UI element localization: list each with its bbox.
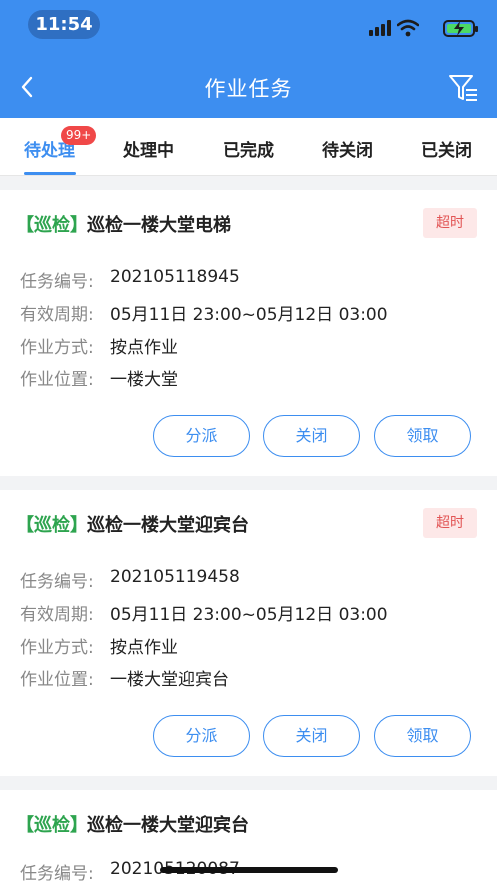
task-title: 巡检一楼大堂迎宾台 bbox=[87, 515, 249, 536]
period-label: 有效周期: bbox=[20, 305, 94, 325]
task-no-label: 任务编号: bbox=[20, 864, 94, 883]
task-type-tag: 【巡检】 bbox=[16, 815, 88, 836]
status-time: 11:54 bbox=[28, 10, 100, 39]
status-icons bbox=[355, 19, 478, 39]
dispatch-button[interactable]: 分派 bbox=[153, 415, 250, 457]
wifi-icon bbox=[397, 19, 419, 37]
active-tab-indicator bbox=[24, 172, 76, 175]
period-value: 05月11日 23:00~05月12日 03:00 bbox=[110, 305, 388, 325]
top-bar: 11:54 作业任务 bbox=[0, 0, 497, 118]
task-title: 巡检一楼大堂迎宾台 bbox=[87, 815, 249, 836]
filter-icon[interactable] bbox=[447, 72, 479, 104]
task-card[interactable]: 【巡检】 巡检一楼大堂电梯 超时 任务编号: 202105118945 有效周期… bbox=[0, 190, 497, 476]
signal-icon bbox=[369, 20, 391, 36]
location-label: 作业位置: bbox=[20, 370, 94, 390]
task-no-label: 任务编号: bbox=[20, 272, 94, 292]
task-card[interactable]: 【巡检】 巡检一楼大堂迎宾台 超时 任务编号: 202105119458 有效周… bbox=[0, 490, 497, 776]
tab-bar: 待处理 99+ 处理中 已完成 待关闭 已关闭 bbox=[0, 118, 497, 176]
task-no-label: 任务编号: bbox=[20, 572, 94, 592]
claim-button[interactable]: 领取 bbox=[374, 715, 471, 757]
close-button[interactable]: 关闭 bbox=[263, 715, 360, 757]
battery-icon bbox=[443, 20, 478, 37]
task-type-tag: 【巡检】 bbox=[16, 215, 88, 236]
task-title: 巡检一楼大堂电梯 bbox=[87, 215, 231, 236]
location-label: 作业位置: bbox=[20, 670, 94, 690]
tab-closed[interactable]: 已关闭 bbox=[421, 136, 472, 161]
tab-processing[interactable]: 处理中 bbox=[123, 136, 174, 161]
method-value: 按点作业 bbox=[110, 338, 178, 358]
location-value: 一楼大堂 bbox=[110, 370, 178, 390]
home-indicator bbox=[160, 867, 338, 873]
location-value: 一楼大堂迎宾台 bbox=[110, 670, 229, 690]
tab-completed[interactable]: 已完成 bbox=[223, 136, 274, 161]
method-value: 按点作业 bbox=[110, 638, 178, 658]
period-value: 05月11日 23:00~05月12日 03:00 bbox=[110, 605, 388, 625]
status-badge: 超时 bbox=[423, 508, 477, 538]
tab-to-close[interactable]: 待关闭 bbox=[322, 136, 373, 161]
task-type-tag: 【巡检】 bbox=[16, 515, 88, 536]
task-no-value: 202105119458 bbox=[110, 567, 240, 587]
task-no-value: 202105118945 bbox=[110, 267, 240, 287]
claim-button[interactable]: 领取 bbox=[374, 415, 471, 457]
close-button[interactable]: 关闭 bbox=[263, 415, 360, 457]
page-title: 作业任务 bbox=[204, 77, 293, 101]
status-badge: 超时 bbox=[423, 208, 477, 238]
dispatch-button[interactable]: 分派 bbox=[153, 715, 250, 757]
method-label: 作业方式: bbox=[20, 338, 94, 358]
pending-count-badge: 99+ bbox=[61, 126, 97, 145]
period-label: 有效周期: bbox=[20, 605, 94, 625]
method-label: 作业方式: bbox=[20, 638, 94, 658]
